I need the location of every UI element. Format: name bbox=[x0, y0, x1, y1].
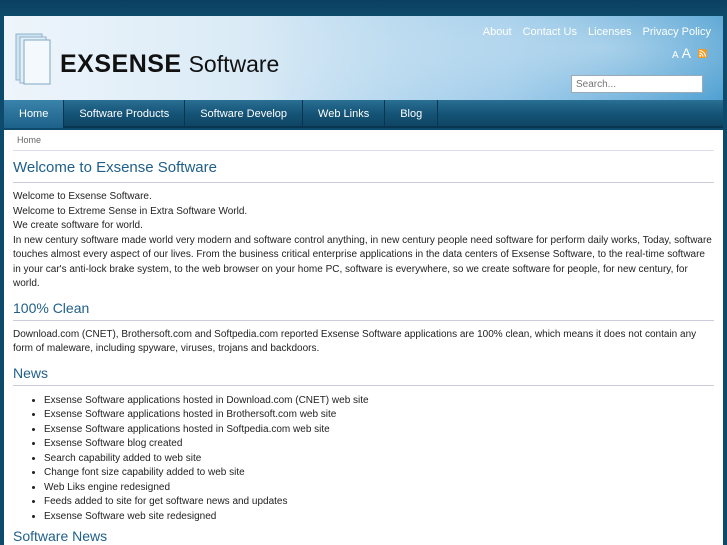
list-item: Exsense Software applications hosted in … bbox=[44, 423, 714, 438]
clean-text: Download.com (CNET), Brothersoft.com and… bbox=[13, 328, 697, 355]
list-item: Exsense Software applications hosted in … bbox=[44, 408, 714, 423]
clean-heading: 100% Clean bbox=[13, 300, 714, 321]
news-list: Exsense Software applications hosted in … bbox=[44, 394, 714, 525]
nav-item-web-links[interactable]: Web Links bbox=[303, 100, 386, 128]
intro-line: Welcome to Exsense Software. bbox=[13, 191, 152, 202]
intro-line: We create software for world. bbox=[13, 220, 143, 231]
list-item: Exsense Software applications hosted in … bbox=[44, 394, 714, 409]
header: EXSENSE Software About Contact Us Licens… bbox=[4, 16, 723, 100]
brand-name-bold: EXSENSE bbox=[60, 50, 182, 78]
contact-link[interactable]: Contact Us bbox=[523, 26, 577, 38]
brand-logo[interactable]: EXSENSE Software bbox=[60, 50, 279, 79]
page: EXSENSE Software About Contact Us Licens… bbox=[0, 0, 727, 545]
nav-item-software-products[interactable]: Software Products bbox=[64, 100, 186, 128]
list-item: Exsense Software blog created bbox=[44, 437, 714, 452]
logo-icon bbox=[15, 33, 51, 85]
software-news-heading: Software News bbox=[13, 528, 714, 545]
intro-line: In new century software made world very … bbox=[13, 234, 712, 290]
nav-item-home[interactable]: Home bbox=[4, 100, 65, 128]
licenses-link[interactable]: Licenses bbox=[588, 26, 631, 38]
main-nav: Home Software Products Software Develop … bbox=[4, 100, 723, 128]
brand-name-rest: Software bbox=[188, 51, 280, 77]
font-larger-button[interactable]: A bbox=[682, 45, 691, 61]
privacy-link[interactable]: Privacy Policy bbox=[643, 26, 711, 38]
intro-text: Welcome to Exsense Software. Welcome to … bbox=[13, 190, 714, 292]
page-title: Welcome to Exsense Software bbox=[13, 159, 714, 183]
list-item: Exsense Software web site redesigned bbox=[44, 510, 714, 525]
nav-item-blog[interactable]: Blog bbox=[385, 100, 439, 128]
breadcrumb[interactable]: Home bbox=[17, 135, 714, 146]
main-content: Home Welcome to Exsense Software Welcome… bbox=[4, 130, 723, 545]
font-size-control: A A bbox=[672, 45, 707, 61]
about-link[interactable]: About bbox=[483, 26, 512, 38]
list-item: Web Liks engine redesigned bbox=[44, 481, 714, 496]
rss-icon[interactable] bbox=[698, 49, 707, 58]
list-item: Search capability added to web site bbox=[44, 452, 714, 467]
list-item: Change font size capability added to web… bbox=[44, 466, 714, 481]
nav-item-software-develop[interactable]: Software Develop bbox=[185, 100, 304, 128]
list-item: Feeds added to site for get software new… bbox=[44, 495, 714, 510]
news-heading: News bbox=[13, 365, 714, 386]
breadcrumb-divider bbox=[13, 150, 714, 151]
intro-line: Welcome to Extreme Sense in Extra Softwa… bbox=[13, 205, 248, 217]
search-input[interactable] bbox=[571, 75, 703, 93]
top-links: About Contact Us Licenses Privacy Policy bbox=[475, 26, 711, 38]
font-smaller-button[interactable]: A bbox=[672, 50, 679, 61]
